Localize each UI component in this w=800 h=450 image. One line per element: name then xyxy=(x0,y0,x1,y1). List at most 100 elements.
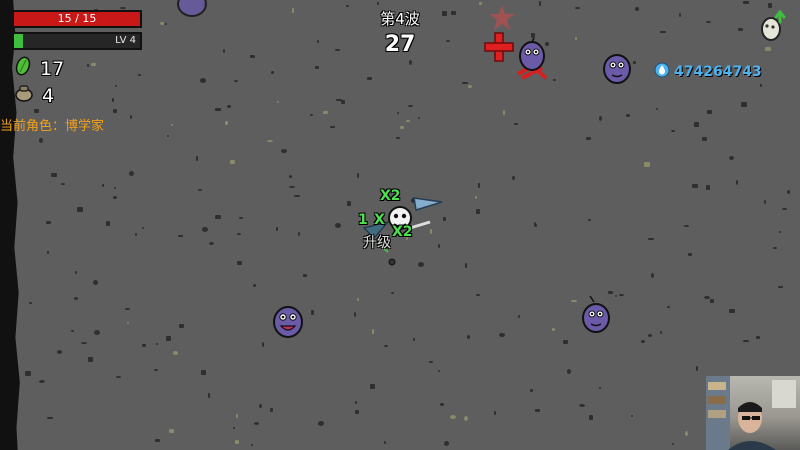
ground-pebble xyxy=(254,422,260,426)
ground-pebble xyxy=(477,182,480,188)
ground-pebble xyxy=(615,295,618,298)
ground-pebble xyxy=(293,195,300,198)
hp-text: 15 / 15 xyxy=(57,12,97,25)
ground-pebble xyxy=(167,135,170,138)
enemy-alien xyxy=(578,295,614,340)
ground-pebble xyxy=(648,237,655,240)
score-value: 474264743 xyxy=(674,64,762,80)
ground-pebble xyxy=(88,357,94,363)
ground-pebble xyxy=(94,330,101,336)
ground-pebble xyxy=(567,369,572,374)
ground-pebble xyxy=(39,380,46,384)
ground-pebble xyxy=(346,5,350,8)
ground-pebble xyxy=(115,84,118,87)
ground-pebble xyxy=(405,119,410,122)
ground-pebble xyxy=(755,336,760,340)
ground-pebble xyxy=(127,322,130,325)
ground-pebble xyxy=(383,440,386,444)
ground-pebble xyxy=(574,7,580,10)
ground-pebble xyxy=(701,137,707,142)
current-character-label: 当前角色：博学家 xyxy=(0,119,105,134)
ground-pebble xyxy=(518,315,521,319)
ground-pebble xyxy=(70,329,74,332)
ground-pebble xyxy=(214,108,221,112)
green-leaf-icon xyxy=(14,56,32,81)
ground-pebble xyxy=(437,369,440,372)
ground-pebble xyxy=(728,309,735,314)
ground-pebble xyxy=(511,176,515,181)
ground-pebble xyxy=(672,442,675,445)
ground-pebble xyxy=(164,23,167,26)
ground-pebble xyxy=(250,444,253,447)
ground-pebble xyxy=(289,185,296,188)
ground-pebble xyxy=(737,28,743,32)
ground-pebble xyxy=(154,368,159,371)
ground-pebble xyxy=(377,1,380,5)
ground-pebble xyxy=(651,273,655,279)
ground-pebble xyxy=(34,109,40,114)
ground-pebble xyxy=(553,78,557,81)
ground-pebble xyxy=(399,125,404,129)
xp-fill xyxy=(14,34,23,48)
ground-pebble xyxy=(703,296,710,300)
ground-pebble xyxy=(318,420,325,426)
materials-count: 17 xyxy=(40,57,65,80)
ground-pebble xyxy=(683,224,689,227)
ground-pebble xyxy=(694,121,700,127)
ground-pebble xyxy=(322,111,328,115)
ground-pebble xyxy=(237,232,242,235)
ground-pebble xyxy=(233,80,238,83)
ground-pebble xyxy=(535,408,541,412)
game-arena: 15 / 15 LV 4 17 4 当前角色：博学家 第4波 27 474264… xyxy=(0,0,800,450)
ground-pebble xyxy=(530,388,534,392)
ground-pebble xyxy=(233,427,236,430)
ground-pebble xyxy=(29,302,33,305)
ground-pebble xyxy=(644,162,651,168)
ground-pebble xyxy=(706,20,712,23)
ground-pebble xyxy=(670,130,675,133)
ground-pebble xyxy=(562,340,568,345)
ground-pebble xyxy=(276,227,279,232)
ground-pebble xyxy=(311,309,315,315)
ground-pebble xyxy=(113,195,117,199)
enemy-alien xyxy=(598,48,636,90)
ground-pebble xyxy=(777,286,783,289)
ground-pebble xyxy=(494,410,497,415)
egg-upgrade-icon[interactable] xyxy=(758,9,788,46)
ground-pebble xyxy=(155,438,161,442)
xp-bar: LV 4 xyxy=(12,32,142,50)
ground-pebble xyxy=(340,100,345,105)
ground-pebble xyxy=(129,114,132,119)
ground-pebble xyxy=(47,416,54,419)
ground-pebble xyxy=(475,294,480,297)
ground-pebble xyxy=(579,404,586,408)
ground-pebble xyxy=(441,10,447,16)
bag-count: 4 xyxy=(42,84,55,107)
ground-pebble xyxy=(200,78,207,84)
water-drop-icon xyxy=(654,62,670,82)
ground-pebble xyxy=(354,311,357,317)
ground-pebble xyxy=(709,299,714,304)
ground-pebble xyxy=(223,48,226,53)
ground-pebble xyxy=(630,414,633,417)
ground-pebble xyxy=(395,137,400,140)
ground-pebble xyxy=(267,140,274,143)
ground-pebble xyxy=(155,342,158,345)
ground-pebble xyxy=(46,250,49,254)
ground-pebble xyxy=(539,1,542,7)
streamer-webcam xyxy=(706,376,800,450)
ground-pebble xyxy=(303,273,308,277)
ground-pebble xyxy=(787,190,791,195)
ground-pebble xyxy=(138,74,142,77)
ground-pebble xyxy=(119,6,126,9)
ground-pebble xyxy=(261,341,264,347)
enemy-alien-tongue xyxy=(268,300,308,344)
ground-pebble xyxy=(450,415,457,420)
ground-pebble xyxy=(73,297,78,301)
ground-pebble xyxy=(588,414,593,420)
ground-pebble xyxy=(409,59,413,65)
float-text-level-up: 升级 xyxy=(363,235,391,251)
ground-pebble xyxy=(195,155,198,161)
ground-pebble xyxy=(355,401,358,405)
ground-pebble xyxy=(357,172,360,178)
